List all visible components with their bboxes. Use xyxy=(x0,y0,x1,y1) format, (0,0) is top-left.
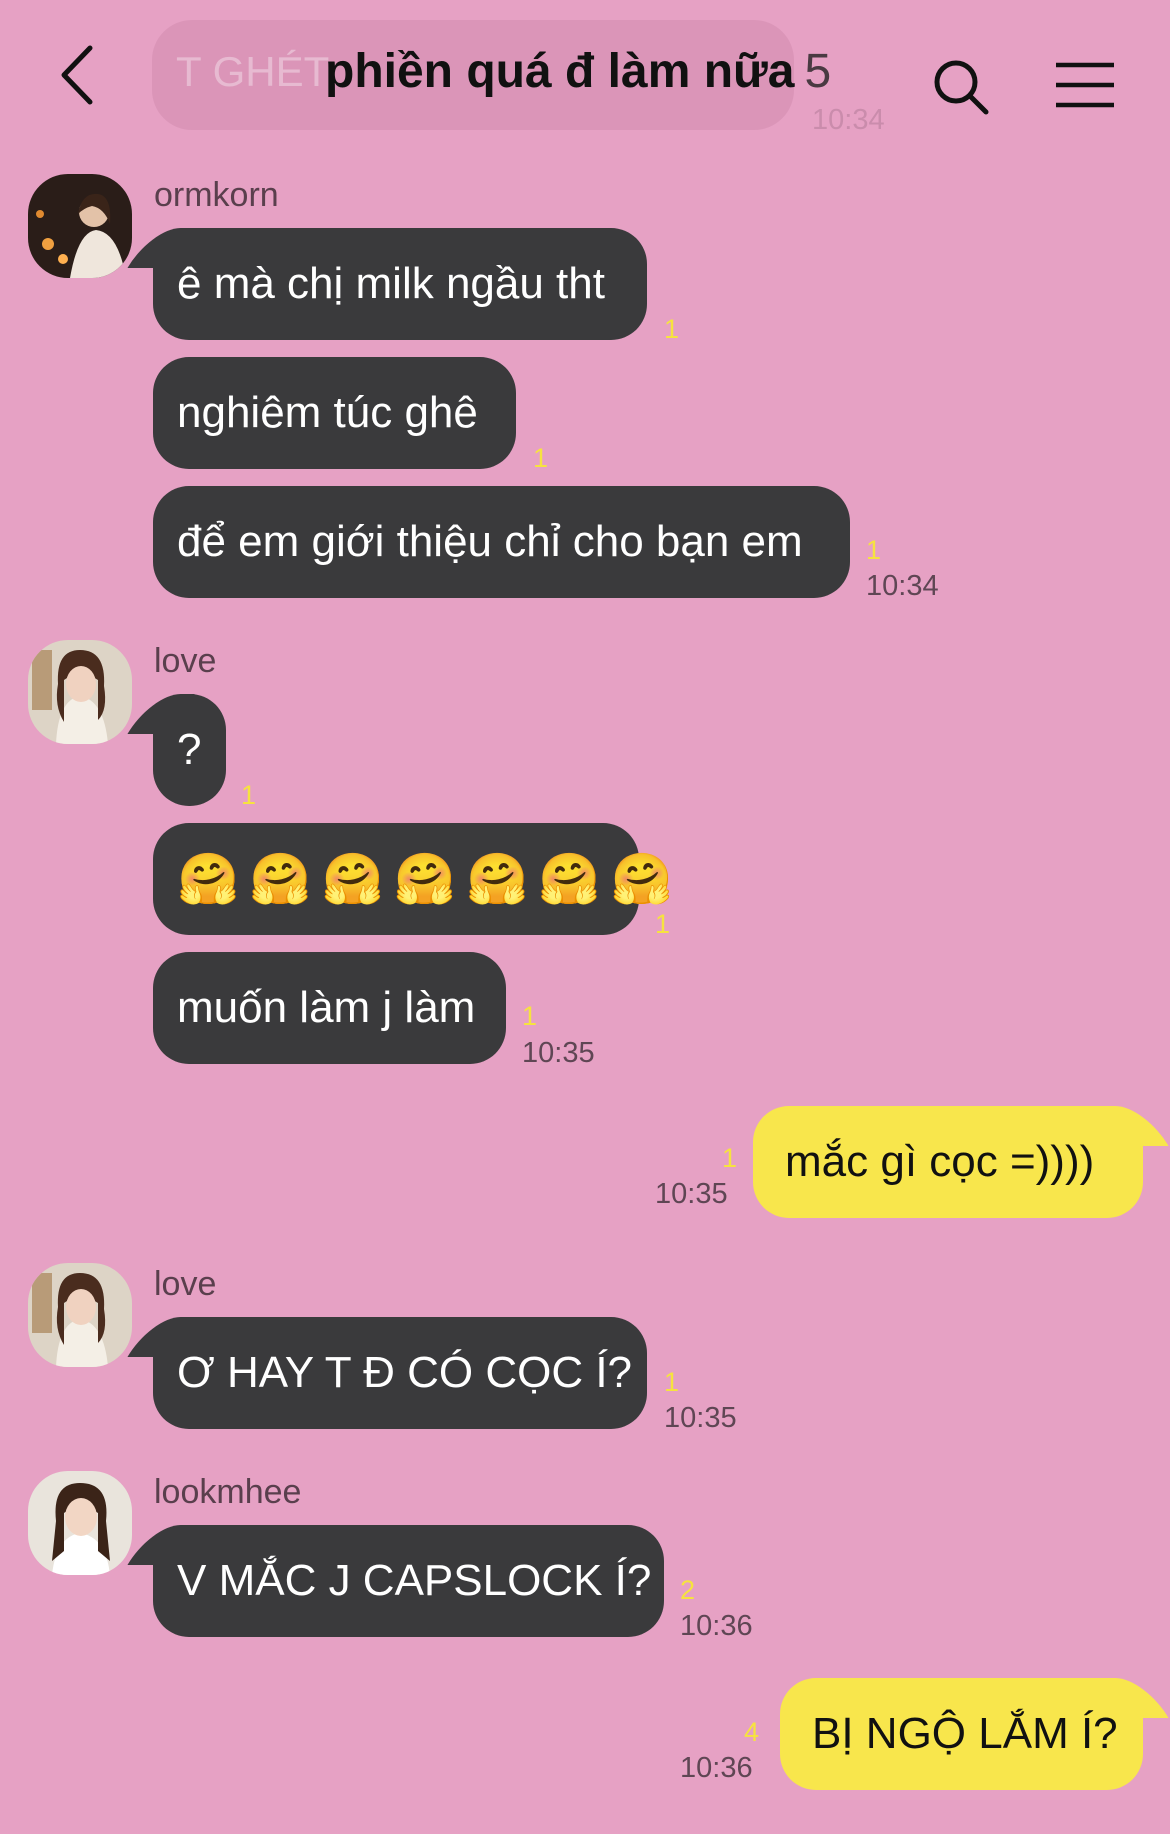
member-count: 5 xyxy=(804,45,832,98)
message-bubble[interactable]: muốn làm j làm xyxy=(153,952,506,1064)
emoji: 🤗 xyxy=(610,851,673,907)
chat-title: phiền quá đ làm nữa 5 xyxy=(325,44,831,99)
emoji: 🤗 xyxy=(249,851,312,907)
sender-name: ormkorn xyxy=(154,176,279,214)
message-time: 10:36 xyxy=(680,1610,753,1642)
search-icon xyxy=(934,60,989,115)
scrolled-message-time: 10:34 xyxy=(812,104,885,136)
unread-count: 1 xyxy=(722,1143,738,1173)
avatar-photo xyxy=(28,174,132,278)
unread-count: 1 xyxy=(533,443,549,473)
message-bubble[interactable]: để em giới thiệu chỉ cho bạn em xyxy=(153,486,850,598)
menu-button[interactable] xyxy=(1054,60,1116,110)
back-button[interactable] xyxy=(52,40,112,110)
emoji: 🤗 xyxy=(538,851,601,907)
unread-count: 1 xyxy=(866,535,882,565)
avatar[interactable] xyxy=(28,174,132,278)
unread-count: 1 xyxy=(664,314,680,344)
unread-count: 1 xyxy=(522,1001,538,1031)
unread-count: 1 xyxy=(664,1367,680,1397)
sender-name: love xyxy=(154,1265,217,1303)
avatar-photo xyxy=(28,1263,132,1367)
message-bubble[interactable]: Ơ HAY T Đ CÓ CỌC Í? xyxy=(153,1317,647,1429)
emoji: 🤗 xyxy=(177,851,240,907)
emoji: 🤗 xyxy=(393,851,457,907)
message-time: 10:34 xyxy=(866,570,939,602)
chat-header: T GHÉT 10:34 phiền quá đ làm nữa 5 xyxy=(0,0,1170,160)
avatar[interactable] xyxy=(28,1471,132,1575)
unread-count: 1 xyxy=(241,780,257,810)
sender-name: lookmhee xyxy=(154,1473,302,1511)
message-bubble[interactable]: 🤗 🤗 🤗 🤗 🤗 🤗 🤗 xyxy=(153,823,673,935)
unread-count: 2 xyxy=(680,1575,696,1605)
emoji: 🤗 xyxy=(466,851,529,907)
message-time: 10:35 xyxy=(522,1037,595,1069)
hamburger-menu-icon xyxy=(1056,62,1114,108)
message-bubble[interactable]: ê mà chị milk ngầu tht xyxy=(153,228,647,340)
avatar-photo xyxy=(28,1471,132,1575)
emoji: 🤗 xyxy=(321,851,384,907)
message-time: 10:35 xyxy=(655,1178,728,1210)
message-bubble[interactable]: ? xyxy=(153,694,226,806)
message-bubble[interactable]: nghiêm túc ghê xyxy=(153,357,516,469)
message-time: 10:36 xyxy=(680,1752,753,1784)
my-message-bubble[interactable]: mắc gì cọc =)))) xyxy=(753,1106,1143,1218)
avatar[interactable] xyxy=(28,640,132,744)
unread-count: 4 xyxy=(744,1717,760,1747)
chevron-left-icon xyxy=(61,45,93,105)
emoji-row: 🤗 🤗 🤗 🤗 🤗 🤗 🤗 xyxy=(177,823,673,935)
message-time: 10:35 xyxy=(664,1402,737,1434)
unread-count: 1 xyxy=(655,909,671,939)
scrolled-message-text: T GHÉT xyxy=(176,48,330,95)
chat-title-text: phiền quá đ làm nữa xyxy=(325,45,795,98)
message-bubble[interactable]: V MẮC J CAPSLOCK Í? xyxy=(153,1525,664,1637)
sender-name: love xyxy=(154,642,217,680)
search-button[interactable] xyxy=(930,56,994,120)
avatar[interactable] xyxy=(28,1263,132,1367)
avatar-photo xyxy=(28,640,132,744)
my-message-bubble[interactable]: BỊ NGỘ LẮM Í? xyxy=(780,1678,1143,1790)
